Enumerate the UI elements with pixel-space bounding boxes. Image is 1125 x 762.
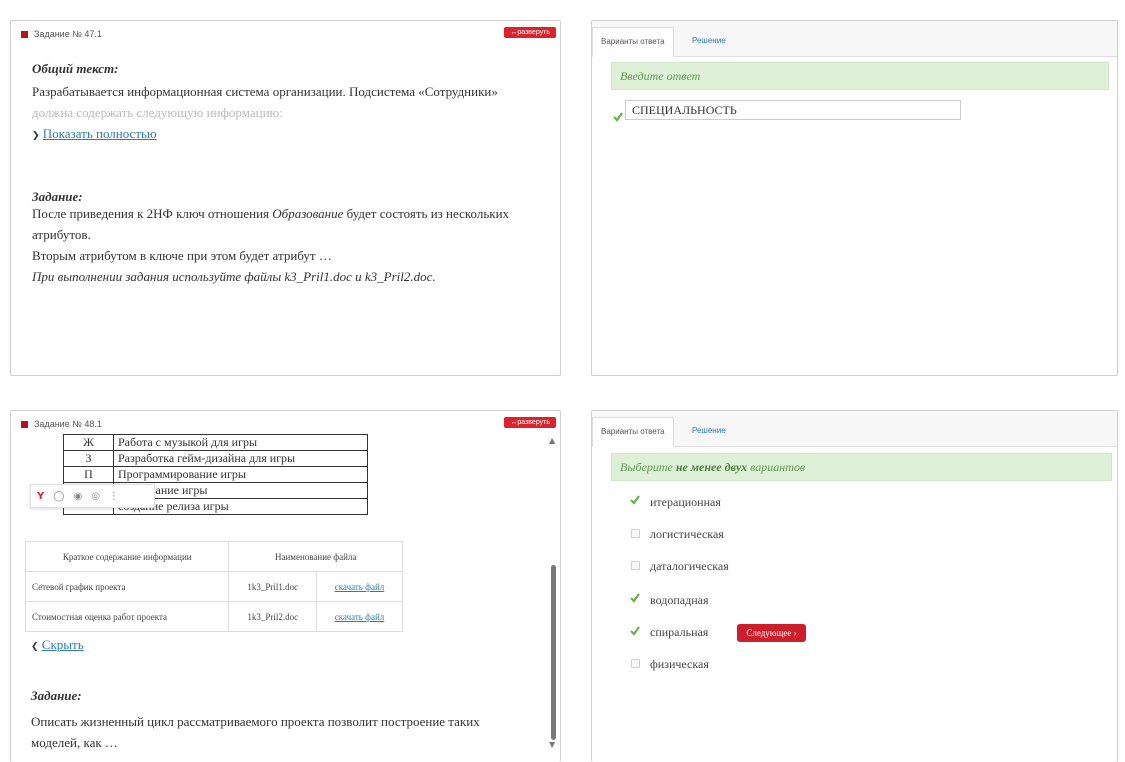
download-link[interactable]: скачать файл [316, 601, 403, 632]
scroll-up-icon[interactable]: ▲ [549, 436, 555, 445]
table-row: Ж Работа с музыкой для игры [63, 434, 368, 451]
answer-tabs: Варианты ответа Решение [592, 21, 1117, 57]
general-text-faded: должна содержать следующую информацию: [32, 105, 283, 120]
checkbox-empty-icon[interactable] [631, 529, 640, 538]
checkbox-checked-icon[interactable] [630, 626, 640, 636]
tab-solution[interactable]: Решение [684, 417, 734, 447]
table-cell-code: З [63, 450, 114, 467]
option-label: физическая [650, 657, 709, 671]
task-number: Задание № 47.1 [34, 29, 102, 39]
camera-icon[interactable]: ◎ [91, 491, 100, 502]
option-label: логистическая [650, 527, 724, 541]
table-cell-code: П [63, 466, 114, 483]
task-panel-47: Задание № 47.1 разверуть Общий текст: Ра… [10, 20, 561, 376]
table-cell-text: Разработка гейм-дизайна для игры [113, 450, 368, 467]
table-row: Краткое содержание информации Наименован… [24, 541, 403, 572]
task-number: Задание № 48.1 [34, 419, 102, 429]
option-label: итерационная [650, 495, 721, 509]
more-icon[interactable]: ⋮ [109, 491, 119, 502]
task-header: Задание № 48.1 [21, 419, 102, 429]
table-row: З Разработка гейм-дизайна для игры [63, 450, 368, 467]
task-header: Задание № 47.1 [21, 29, 102, 39]
task-marker-icon [21, 420, 28, 428]
files-table: Краткое содержание информации Наименован… [24, 541, 403, 632]
answer-banner: Выберите не менее двух вариантов [611, 453, 1112, 481]
expand-button[interactable]: разверуть [504, 27, 556, 38]
checkbox-checked-icon[interactable] [630, 593, 640, 603]
task-text-line2: атрибутов. [32, 227, 91, 242]
show-full-link[interactable]: ❯ Показать полностью [32, 123, 157, 147]
task-text-line2: моделей, как … [31, 735, 118, 750]
task-title: Задание: [31, 688, 82, 703]
tab-solution[interactable]: Решение [684, 27, 734, 57]
option-label: спиральная [650, 625, 709, 639]
answer-banner: Введите ответ [611, 62, 1109, 90]
task-text-part: После приведения к 2НФ ключ отношения [32, 206, 273, 221]
hide-link[interactable]: ❮ Скрыть [31, 634, 84, 658]
answer-tabs: Варианты ответа Решение [592, 411, 1117, 447]
checkbox-checked-icon[interactable] [630, 495, 640, 505]
translate-icon[interactable]: ◯ [53, 491, 64, 502]
option-label: водопадная [650, 593, 709, 607]
task-text-line1: Описать жизненный цикл рассматриваемого … [31, 714, 480, 729]
tab-variants[interactable]: Варианты ответа [592, 417, 674, 447]
scrollbar-thumb[interactable] [551, 565, 556, 740]
table-cell: Сетевой график проекта [24, 571, 230, 602]
option-label: даталогическая [650, 559, 729, 573]
next-button[interactable]: Следующее › [737, 624, 806, 642]
yandex-icon[interactable]: Y [37, 491, 44, 502]
eye-icon[interactable]: ◉ [73, 491, 82, 502]
chevron-up-icon: ❮ [31, 642, 39, 652]
hide-label: Скрыть [41, 637, 84, 652]
table-cell-text: Программирование игры [113, 466, 368, 483]
task-text-line4: При выполнении задания используйте файлы… [32, 269, 436, 284]
table-row: П Программирование игры [63, 466, 368, 483]
general-text-line: Разрабатывается информационная система о… [32, 84, 498, 99]
table-cell-text: Работа с музыкой для игры [113, 434, 368, 451]
table-row: Сетевой график проекта 1k3_Pril1.doc ска… [24, 571, 403, 602]
checkbox-empty-icon[interactable] [631, 561, 640, 570]
banner-text: Выберите [620, 460, 676, 474]
scroll-down-icon[interactable]: ▼ [549, 740, 555, 749]
check-icon [613, 112, 623, 122]
task-text-line1: После приведения к 2НФ ключ отношения Об… [32, 203, 557, 224]
checkbox-empty-icon[interactable] [631, 659, 640, 668]
table-header-cell: Наименование файла [228, 541, 403, 572]
table-cell: 1k3_Pril2.doc [228, 601, 317, 632]
download-link[interactable]: скачать файл [316, 571, 403, 602]
chevron-down-icon: ❯ [32, 131, 40, 141]
table-cell-code: Ж [63, 434, 114, 451]
table-row: Стоимостная оценка работ проекта 1k3_Pri… [24, 601, 403, 632]
annotation-toolbar: Y ◯ ◉ ◎ ⋮ [30, 484, 155, 508]
table-cell: 1k3_Pril1.doc [228, 571, 317, 602]
banner-emphasis: не менее двух [675, 460, 748, 474]
task-text-italic: Образование [272, 206, 344, 221]
task-text-line3: Вторым атрибутом в ключе при этом будет … [32, 248, 332, 263]
answer-panel-2: Варианты ответа Решение Выберите не мене… [591, 410, 1118, 762]
general-text-title: Общий текст: [32, 61, 119, 76]
table-cell: Стоимостная оценка работ проекта [24, 601, 230, 632]
answer-panel-1: Варианты ответа Решение Введите ответ СП… [591, 20, 1118, 376]
show-full-label: Показать полностью [42, 126, 157, 141]
table-header-cell: Краткое содержание информации [24, 541, 230, 572]
answer-input[interactable]: СПЕЦИАЛЬНОСТЬ [625, 100, 961, 120]
banner-text: вариантов [747, 460, 806, 474]
task-text-part: будет состоять из нескольких [343, 206, 510, 221]
tab-variants[interactable]: Варианты ответа [592, 27, 674, 57]
task-marker-icon [21, 30, 28, 38]
